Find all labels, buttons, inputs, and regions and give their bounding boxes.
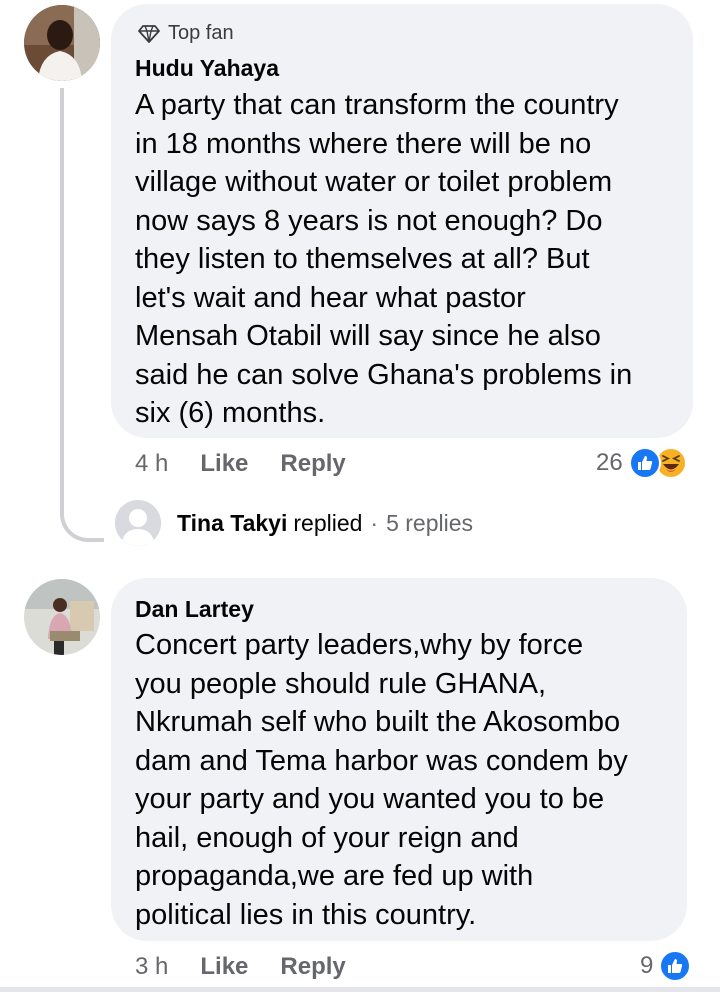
reaction-count: 26: [596, 449, 623, 476]
comment-author[interactable]: Hudu Yahaya: [135, 55, 279, 82]
badge-label: Top fan: [168, 22, 234, 44]
like-button[interactable]: Like: [200, 450, 248, 478]
like-icon: [628, 447, 661, 479]
like-button[interactable]: Like: [200, 953, 248, 981]
view-replies-link[interactable]: Tina Takyi replied · 5 replies: [177, 510, 473, 537]
reaction-summary[interactable]: 26: [596, 447, 687, 479]
bottom-divider: [0, 987, 720, 992]
reaction-count: 9: [640, 952, 654, 979]
avatar[interactable]: [115, 500, 161, 546]
comment-author[interactable]: Dan Lartey: [135, 596, 254, 623]
comment-text: Concert party leaders,why by force you p…: [135, 629, 628, 931]
diamond-icon: [138, 24, 160, 43]
reply-count: 5 replies: [386, 510, 474, 536]
replier-name: Tina Takyi: [177, 510, 288, 536]
comment-actions: 3 h Like Reply: [135, 953, 378, 981]
comment-actions: 4 h Like Reply: [135, 450, 378, 478]
avatar[interactable]: [24, 579, 100, 655]
reply-button[interactable]: Reply: [280, 450, 345, 478]
reply-thread-line: [60, 88, 104, 542]
separator-dot: ·: [370, 510, 379, 536]
replied-label: replied: [293, 510, 363, 536]
reaction-summary[interactable]: 9: [640, 950, 692, 982]
avatar[interactable]: [24, 5, 100, 81]
top-fan-badge: Top fan: [138, 22, 234, 45]
comment-timestamp[interactable]: 4 h: [135, 450, 168, 478]
comment-timestamp[interactable]: 3 h: [135, 953, 168, 981]
like-icon: [659, 950, 692, 982]
reply-button[interactable]: Reply: [280, 953, 345, 981]
comment-text: A party that can transform the country i…: [135, 89, 633, 429]
